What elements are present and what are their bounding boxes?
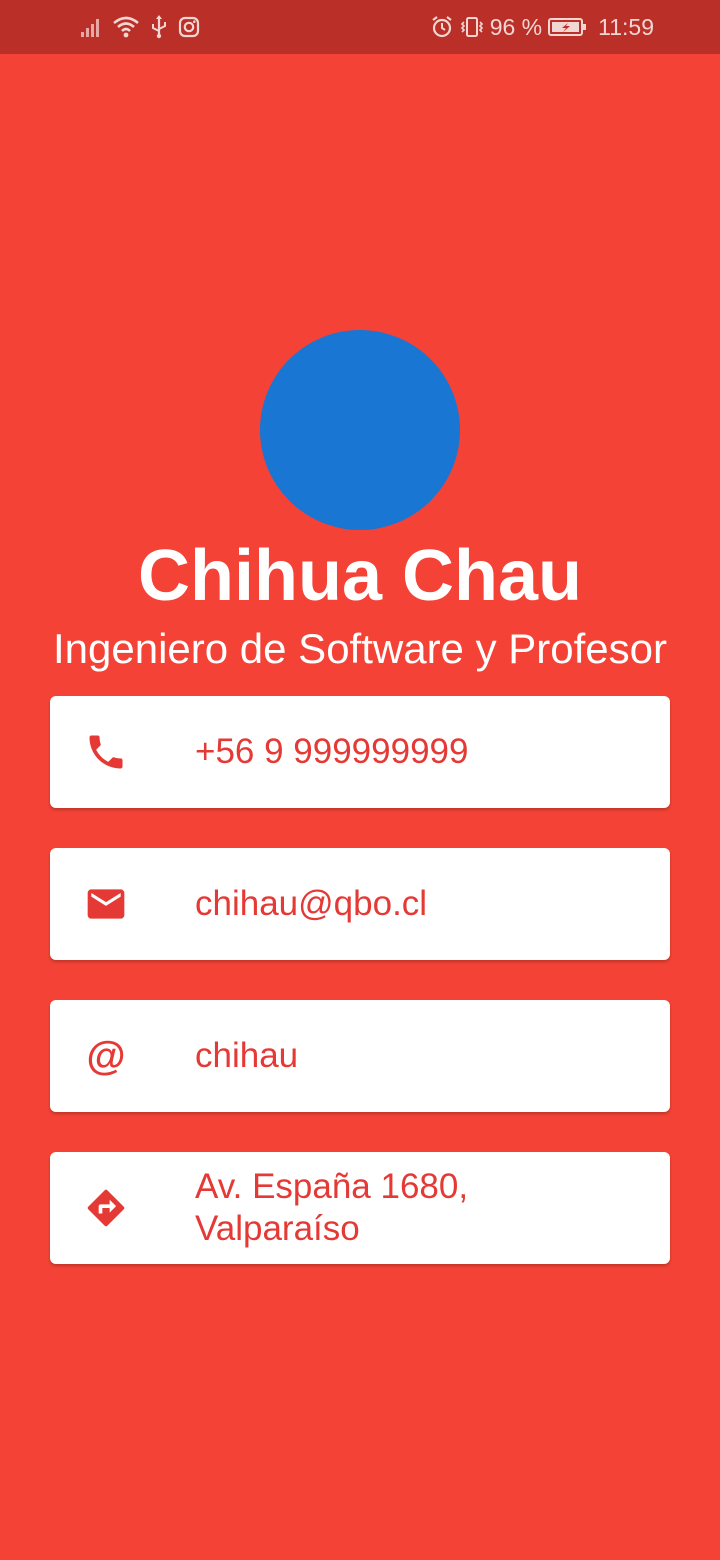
battery-percent: 96 % — [489, 13, 543, 40]
address-card[interactable]: Av. España 1680, Valparaíso — [50, 1152, 670, 1264]
email-card[interactable]: chihau@qbo.cl — [50, 848, 670, 960]
at-icon: @ — [86, 1034, 126, 1078]
status-right-icons: 96 % 11:59 — [430, 12, 654, 42]
status-bar: 96 % 11:59 — [0, 0, 720, 54]
avatar — [260, 330, 460, 530]
directions-icon — [84, 1186, 128, 1230]
address-text: Av. España 1680, Valparaíso — [195, 1166, 635, 1250]
wifi-icon — [112, 15, 140, 39]
phone-card[interactable]: +56 9 999999999 — [50, 696, 670, 808]
status-time: 11:59 — [598, 13, 654, 40]
profile-name: Chihua Chau — [138, 536, 582, 616]
status-left-icons — [80, 14, 200, 40]
handle-text: chihau — [195, 1036, 299, 1075]
vibrate-icon — [460, 15, 484, 39]
email-address: chihau@qbo.cl — [195, 884, 428, 923]
handle-card[interactable]: @ chihau — [50, 1000, 670, 1112]
phone-icon — [84, 730, 128, 774]
battery-charging-icon — [548, 16, 588, 38]
profile-title: Ingeniero de Software y Profesor — [52, 625, 667, 672]
usb-icon — [150, 15, 168, 39]
mail-icon — [84, 882, 128, 926]
instagram-icon — [178, 16, 200, 38]
address-line-2: Valparaíso — [195, 1209, 360, 1248]
alarm-icon — [430, 15, 454, 39]
signal-icon — [80, 16, 102, 38]
phone-number: +56 9 999999999 — [195, 732, 469, 771]
address-line-1: Av. España 1680, — [195, 1167, 469, 1206]
